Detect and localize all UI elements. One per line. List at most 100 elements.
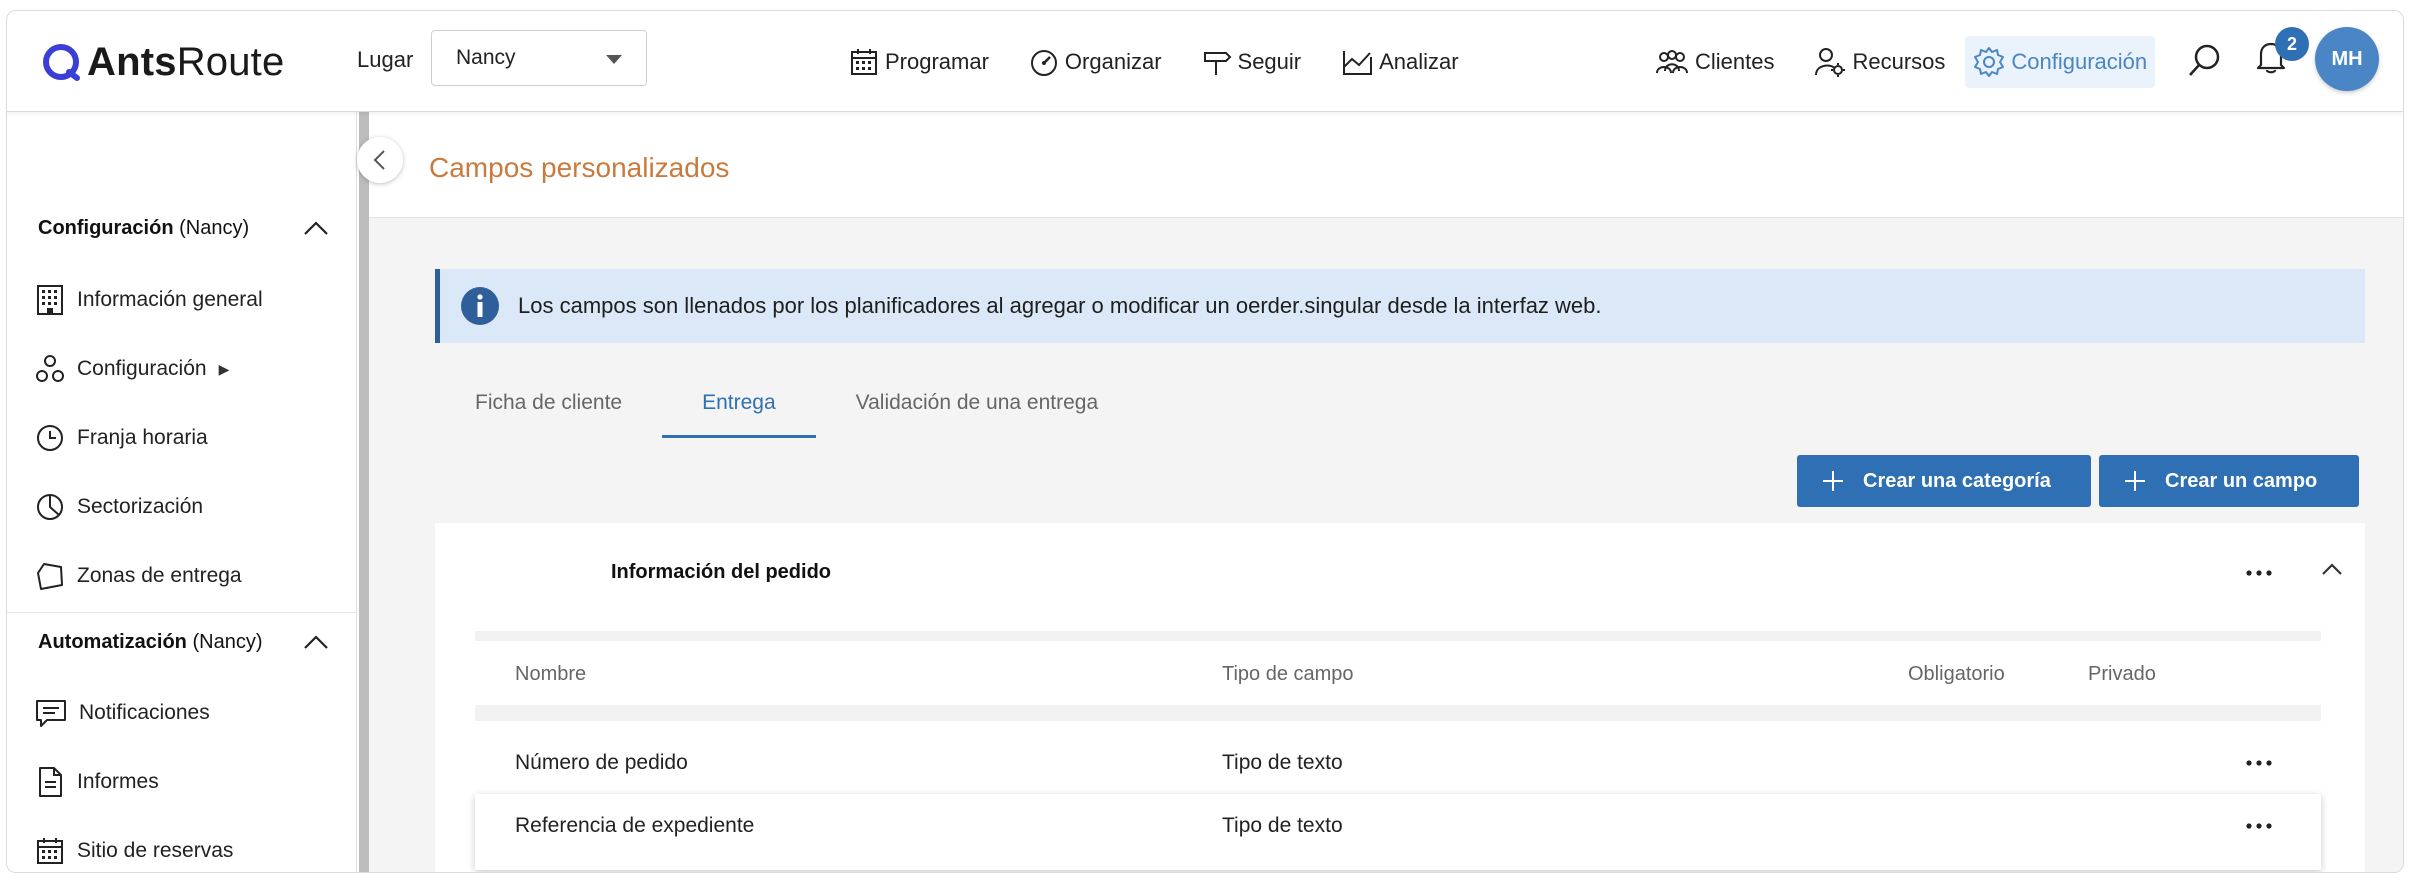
column-header-type: Tipo de campo: [1222, 663, 1354, 685]
polygon-icon: [37, 563, 63, 590]
components-icon: [36, 355, 64, 382]
nav-seguir[interactable]: Seguir: [1194, 36, 1310, 88]
field-name: Referencia de expediente: [515, 814, 755, 837]
field-type: Tipo de texto: [1222, 814, 1343, 837]
clock-icon: [37, 425, 63, 451]
search-icon: [2189, 44, 2220, 76]
nav-seguir-label: Seguir: [1237, 48, 1302, 74]
create-category-label: Crear una categoría: [1863, 469, 2051, 492]
sidebar-item-franja-horaria[interactable]: Franja horaria: [35, 418, 208, 458]
collapse-sidebar-button[interactable]: [357, 137, 403, 183]
nav-organizar[interactable]: Organizar: [1021, 36, 1170, 88]
sidebar-divider: [7, 612, 357, 613]
avatar[interactable]: MH: [2315, 27, 2379, 91]
top-bar: AntsRoute Lugar Nancy Programar Organiza…: [7, 11, 2403, 112]
table-row[interactable]: Número de pedido Tipo de texto: [475, 731, 2321, 795]
sidebar-item-zonas-de-entrega[interactable]: Zonas de entrega: [35, 556, 242, 596]
tabs: Ficha de cliente Entrega Validación de u…: [435, 368, 1138, 438]
message-icon: [36, 700, 66, 727]
chevron-up-icon: [304, 221, 328, 235]
category-title: Información del pedido: [611, 561, 832, 583]
field-name: Número de pedido: [515, 751, 688, 774]
app-window: AntsRoute Lugar Nancy Programar Organiza…: [6, 10, 2404, 873]
plus-icon: [1823, 471, 1843, 491]
right-nav: Clientes Recursos Configuración: [1647, 11, 2156, 112]
table-row[interactable]: Referencia de expediente Tipo de texto: [475, 794, 2321, 870]
table-header: Nombre Tipo de campo Obligatorio Privado: [475, 641, 2321, 705]
sidebar-item-sitio-de-reservas[interactable]: Sitio de reservas: [35, 831, 233, 871]
nav-programar[interactable]: Programar: [841, 36, 997, 88]
sidebar-item-notificaciones[interactable]: Notificaciones: [35, 693, 210, 733]
search-button[interactable]: [2187, 43, 2223, 79]
antsroute-logo-icon: [43, 44, 80, 81]
sidebar-scrollbar[interactable]: [359, 112, 369, 872]
sidebar: Configuración (Nancy) Información genera…: [7, 112, 357, 872]
nav-programar-label: Programar: [885, 48, 989, 74]
sidebar-item-label: Información general: [77, 288, 263, 311]
nav-clientes-label: Clientes: [1695, 48, 1775, 74]
calendar-icon: [851, 48, 877, 75]
nav-recursos[interactable]: Recursos: [1806, 36, 1953, 88]
page-title: Campos personalizados: [429, 152, 730, 183]
tab-ficha-de-cliente[interactable]: Ficha de cliente: [435, 368, 662, 438]
create-field-button[interactable]: Crear un campo: [2099, 455, 2359, 507]
table-header-spacer: [475, 705, 2321, 721]
category-collapse-button[interactable]: [2321, 561, 2343, 577]
sidebar-section-subtitle: (Nancy): [173, 216, 250, 239]
sidebar-section-title: Automatización: [38, 630, 187, 653]
sidebar-item-sectorizacion[interactable]: Sectorización: [35, 487, 203, 527]
tab-validacion-de-una-entrega[interactable]: Validación de una entrega: [816, 368, 1138, 438]
tab-label: Validación de una entrega: [855, 391, 1099, 414]
table-header-spacer: [475, 631, 2321, 641]
row-more-button[interactable]: [2245, 759, 2273, 767]
sidebar-item-configuracion[interactable]: Configuración ▶: [35, 349, 229, 389]
logo[interactable]: AntsRoute: [41, 33, 284, 91]
tab-entrega[interactable]: Entrega: [662, 368, 816, 438]
create-field-label: Crear un campo: [2165, 469, 2318, 492]
calendar-grid-icon: [37, 838, 63, 864]
submenu-arrow-icon: ▶: [218, 360, 230, 377]
chevron-left-icon: [373, 150, 385, 170]
nav-configuracion-label: Configuración: [2011, 48, 2148, 74]
main-header: Campos personalizados: [369, 112, 2403, 218]
nav-organizar-label: Organizar: [1064, 48, 1162, 74]
sidebar-section-configuracion[interactable]: Configuración (Nancy): [7, 208, 357, 248]
category-card: Información del pedido Nombre Tipo de ca…: [435, 523, 2365, 872]
chevron-down-icon: [606, 55, 622, 64]
lugar-label: Lugar: [357, 47, 414, 72]
column-header-name: Nombre: [515, 663, 587, 685]
nav-recursos-label: Recursos: [1852, 48, 1946, 74]
chevron-up-icon: [304, 635, 328, 649]
field-type: Tipo de texto: [1222, 751, 1343, 774]
main-content: Los campos son llenados por los planific…: [369, 218, 2403, 872]
category-more-button[interactable]: [2245, 569, 2273, 577]
gauge-icon: [1030, 49, 1057, 76]
notifications-badge: 2: [2275, 27, 2309, 61]
sidebar-section-automatizacion[interactable]: Automatización (Nancy): [7, 622, 357, 662]
sidebar-item-informes[interactable]: Informes: [35, 762, 159, 802]
sidebar-item-informacion-general[interactable]: Información general: [35, 280, 263, 320]
document-icon: [39, 767, 62, 797]
plus-icon: [2125, 471, 2145, 491]
column-header-private: Privado: [2088, 663, 2156, 685]
chevron-up-icon: [2322, 563, 2342, 575]
lugar-select-value: Nancy: [456, 46, 516, 69]
pie-icon: [37, 494, 63, 520]
lugar-select[interactable]: Nancy: [431, 30, 647, 86]
users-icon: [1656, 49, 1688, 73]
nav-configuracion[interactable]: Configuración: [1965, 35, 2156, 88]
chart-icon: [1343, 50, 1373, 75]
sidebar-item-label: Sitio de reservas: [77, 839, 234, 862]
tab-label: Ficha de cliente: [475, 391, 623, 414]
row-more-button[interactable]: [2245, 822, 2273, 830]
sidebar-item-label: Notificaciones: [79, 701, 210, 724]
more-horizontal-icon: [2246, 823, 2272, 829]
nav-analizar[interactable]: Analizar: [1333, 36, 1466, 88]
nav-clientes[interactable]: Clientes: [1647, 36, 1782, 88]
create-category-button[interactable]: Crear una categoría: [1797, 455, 2091, 507]
more-horizontal-icon: [2246, 570, 2272, 576]
signpost-icon: [1203, 51, 1231, 75]
tab-label: Entrega: [702, 391, 776, 414]
info-icon: [461, 287, 499, 325]
main-nav: Programar Organizar Seguir Analizar: [841, 11, 1467, 112]
